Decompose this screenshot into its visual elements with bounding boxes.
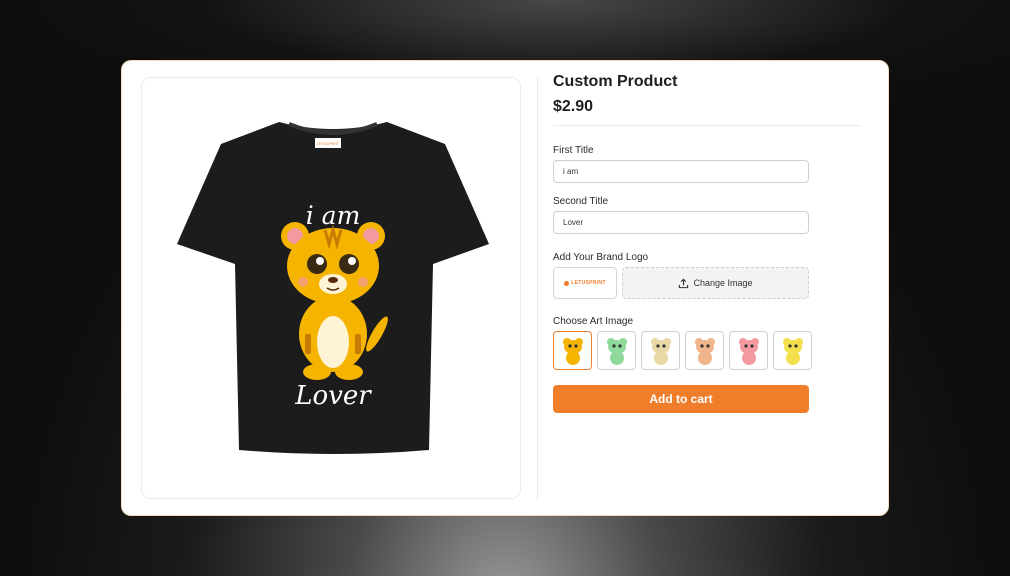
- tiger-thumb-icon: [562, 337, 583, 365]
- second-title-label: Second Title: [553, 196, 609, 207]
- product-image-panel: LETUSPRINT i am Lover: [141, 77, 521, 499]
- tiger-thumb-icon: [650, 337, 671, 365]
- tiger-thumb-icon: [782, 337, 803, 365]
- change-image-button[interactable]: Change Image: [622, 267, 809, 299]
- first-title-input[interactable]: [553, 160, 809, 183]
- tiger-thumb-icon: [694, 337, 715, 365]
- art-option-tiger-peach[interactable]: [685, 331, 724, 370]
- change-image-label: Change Image: [693, 278, 753, 288]
- art-option-tiger-green[interactable]: [597, 331, 636, 370]
- brand-logo-label: Add Your Brand Logo: [553, 252, 649, 263]
- art-option-tiger-yellow[interactable]: [773, 331, 812, 370]
- tiger-thumb-icon: [606, 337, 627, 365]
- second-title-input[interactable]: [553, 211, 809, 234]
- title-divider: [553, 125, 861, 126]
- product-title: Custom Product: [553, 73, 678, 90]
- add-to-cart-button[interactable]: Add to cart: [553, 385, 809, 413]
- product-card: LETUSPRINT i am Lover Custom Product $2.…: [121, 60, 889, 516]
- shirt-tag-text: LETUSPRINT: [317, 142, 340, 146]
- tshirt-preview: LETUSPRINT i am Lover: [177, 122, 489, 454]
- product-price: $2.90: [553, 98, 594, 115]
- first-title-label: First Title: [553, 145, 594, 156]
- logo-text: LETUSPRINT: [571, 280, 606, 286]
- shirt-text-bottom: Lover: [294, 381, 372, 411]
- tiger-thumb-icon: [738, 337, 759, 365]
- art-image-options: [553, 331, 812, 370]
- panel-divider: [537, 77, 538, 501]
- product-info: Custom Product $2.90 First Title Second …: [553, 61, 873, 517]
- art-image-label: Choose Art Image: [553, 316, 634, 327]
- upload-icon: [679, 278, 689, 288]
- logo-mark-icon: [564, 280, 570, 286]
- art-option-tiger-pink[interactable]: [729, 331, 768, 370]
- art-option-tiger-orange[interactable]: [553, 331, 592, 370]
- art-option-tiger-cream[interactable]: [641, 331, 680, 370]
- brand-logo-preview: LETUSPRINT: [553, 267, 617, 299]
